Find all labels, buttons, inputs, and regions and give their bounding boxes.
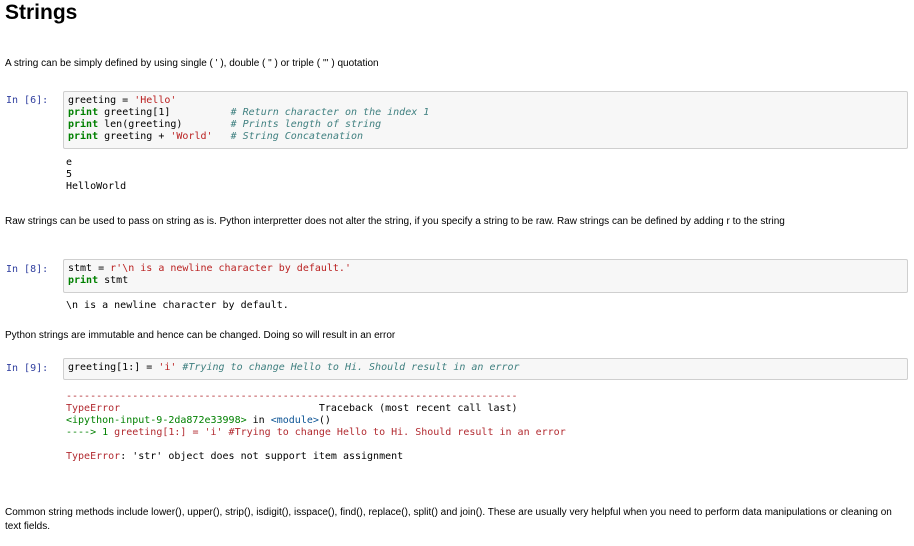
code-line-4: print greeting + 'World' # String Concat…: [68, 131, 364, 142]
markdown-cell-1: A string can be simply defined by using …: [5, 58, 379, 69]
input-prompt-1: In [6]:: [6, 95, 49, 106]
output-cell-1: e 5 HelloWorld: [66, 157, 127, 192]
input-prompt-3: In [9]:: [6, 363, 49, 374]
code-line-2: print greeting[1] # Return character on …: [68, 107, 430, 118]
code-cell-2[interactable]: stmt = r'\n is a newline character by de…: [63, 259, 908, 293]
notebook-page: Strings A string can be simply defined b…: [0, 0, 914, 546]
code-cell-2-source: stmt = r'\n is a newline character by de…: [68, 263, 351, 286]
code-cell-3[interactable]: greeting[1:] = 'i' #Trying to change Hel…: [63, 358, 908, 380]
markdown-cell-2: Raw strings can be used to pass on strin…: [5, 216, 785, 227]
input-prompt-2: In [8]:: [6, 264, 49, 275]
markdown-cell-3: Python strings are immutable and hence c…: [5, 330, 396, 341]
code-line-1: greeting = 'Hello': [68, 95, 177, 106]
markdown-cell-4: Common string methods include lower(), u…: [5, 507, 892, 532]
error-output: ----------------------------------------…: [66, 391, 566, 462]
output-cell-2: \n is a newline character by default.: [66, 300, 289, 311]
code-cell-3-source: greeting[1:] = 'i' #Trying to change Hel…: [68, 362, 520, 373]
code-line-3: print len(greeting) # Prints length of s…: [68, 119, 382, 130]
code-cell-1-source: greeting = 'Hello' print greeting[1] # R…: [68, 95, 429, 143]
code-cell-1[interactable]: greeting = 'Hello' print greeting[1] # R…: [63, 91, 908, 149]
section-title: Strings: [5, 1, 78, 24]
